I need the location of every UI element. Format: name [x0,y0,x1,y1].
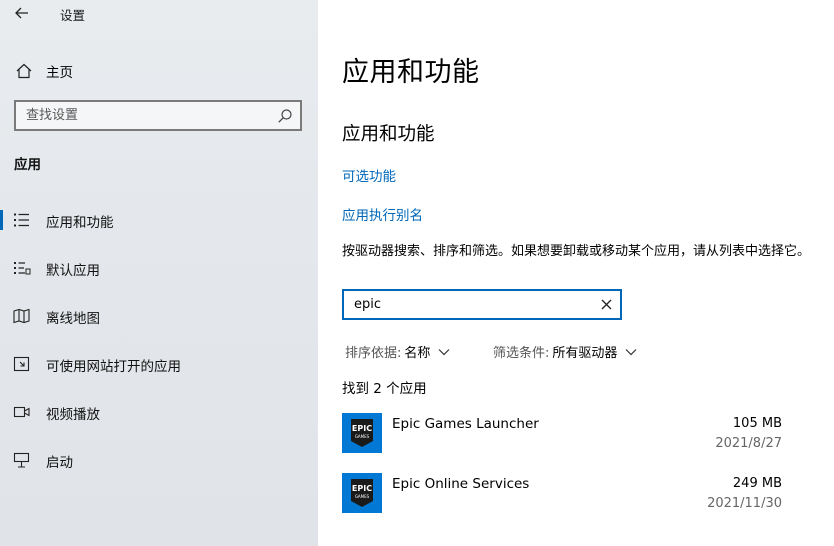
window-title: 设置 [60,8,86,23]
sidebar-section-apps: 应用 [14,157,41,173]
svg-text:GAMES: GAMES [355,494,370,499]
svg-text:EPIC: EPIC [352,424,372,433]
sidebar-item-label: 视频播放 [46,407,100,423]
back-arrow-icon [15,7,28,19]
sidebar-item-label: 应用和功能 [46,215,114,231]
sidebar-item-default-apps[interactable]: 默认应用 [0,252,318,284]
section-title: 应用和功能 [342,124,435,145]
chevron-down-icon [438,348,450,355]
startup-icon [13,452,30,468]
sort-dropdown[interactable]: 排序依据: 名称 [345,342,450,361]
app-install-date: 2021/8/27 [715,436,782,451]
sidebar-item-apps-features[interactable]: 应用和功能 [0,204,318,236]
app-execution-aliases-link[interactable]: 应用执行别名 [342,204,423,224]
sidebar-item-label: 离线地图 [46,311,100,327]
sort-label: 排序依据: [345,346,402,361]
filter-label: 筛选条件: [493,346,550,361]
filter-value: 所有驱动器 [552,346,618,361]
page-title: 应用和功能 [342,57,480,88]
description-text: 按驱动器搜索、排序和筛选。如果想要卸载或移动某个应用，请从列表中选择它。 [342,244,811,259]
back-button[interactable] [8,2,36,24]
apps-for-websites-icon [13,356,30,372]
app-search-input[interactable] [344,291,594,318]
app-name: Epic Online Services [392,476,530,492]
results-count: 找到 2 个应用 [342,381,427,397]
sort-value: 名称 [404,346,431,361]
app-size: 105 MB [732,416,782,431]
app-install-date: 2021/11/30 [707,496,782,511]
clear-x-icon[interactable] [600,298,613,311]
selection-indicator [0,210,3,230]
app-list-item[interactable]: EPIC GAMES Epic Games Launcher 105 MB 20… [342,413,782,465]
offline-maps-icon [13,308,30,324]
epic-games-logo-icon: EPIC GAMES [342,413,382,453]
main-content: 应用和功能 应用和功能 可选功能 应用执行别名 按驱动器搜索、排序和筛选。如果想… [318,0,834,546]
apps-features-icon [14,213,29,227]
sidebar-item-home[interactable]: 主页 [0,56,318,84]
sidebar-item-label: 主页 [46,65,73,81]
sidebar-item-label: 启动 [46,455,73,471]
app-size: 249 MB [732,476,782,491]
home-icon [16,63,32,79]
sidebar-item-apps-for-websites[interactable]: 可使用网站打开的应用 [0,348,318,380]
title-bar: 设置 [0,0,318,26]
filter-dropdown[interactable]: 筛选条件: 所有驱动器 [493,342,637,361]
default-apps-icon [14,262,31,275]
settings-window: 设置 主页 应用 应用和功能 [0,0,834,546]
svg-text:GAMES: GAMES [355,434,370,439]
epic-games-logo-icon: EPIC GAMES [342,473,382,513]
chevron-down-icon [625,348,637,355]
sidebar-item-video-playback[interactable]: 视频播放 [0,396,318,428]
app-search-box [342,289,622,320]
sidebar-item-label: 可使用网站打开的应用 [46,359,181,375]
video-playback-icon [13,406,30,418]
optional-features-link[interactable]: 可选功能 [342,165,396,185]
settings-search-input[interactable] [16,102,272,129]
svg-text:EPIC: EPIC [352,484,372,493]
sidebar: 设置 主页 应用 应用和功能 [0,0,318,546]
settings-search-box [14,100,302,131]
app-name: Epic Games Launcher [392,416,539,432]
app-list-item[interactable]: EPIC GAMES Epic Online Services 249 MB 2… [342,473,782,525]
sidebar-item-startup[interactable]: 启动 [0,444,318,476]
search-icon[interactable] [277,108,293,124]
sidebar-item-label: 默认应用 [46,263,100,279]
sidebar-item-offline-maps[interactable]: 离线地图 [0,300,318,332]
